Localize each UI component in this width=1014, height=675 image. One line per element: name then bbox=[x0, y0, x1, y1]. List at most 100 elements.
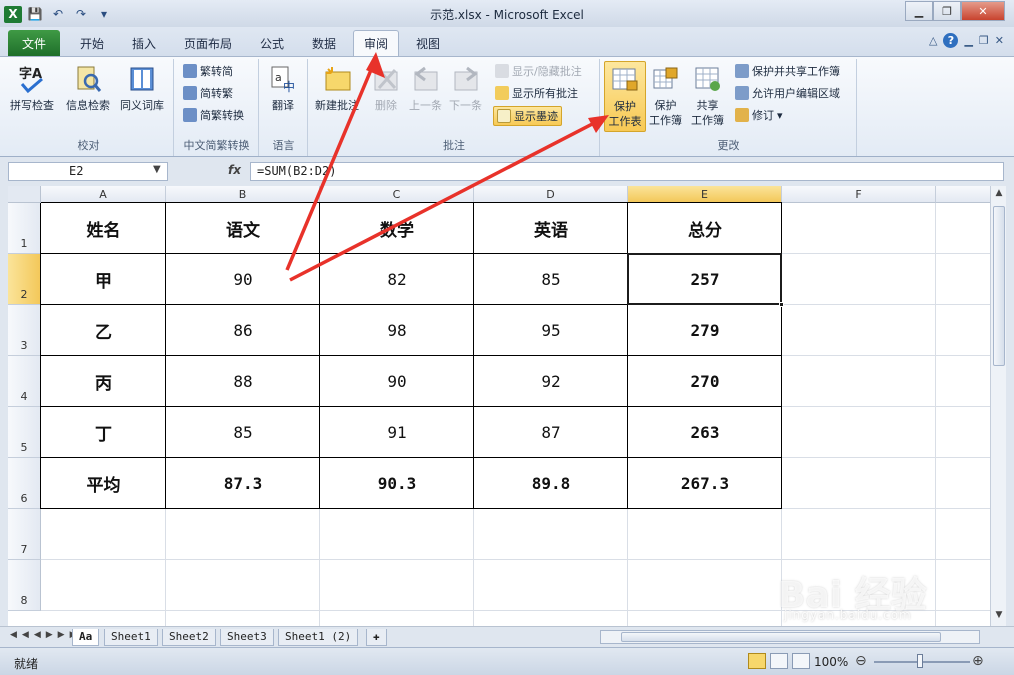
column-header-f[interactable]: F bbox=[782, 186, 936, 203]
column-header-b[interactable]: B bbox=[166, 186, 320, 203]
cell-d3[interactable]: 95 bbox=[474, 305, 628, 356]
new-comment-button[interactable]: 新建批注 bbox=[315, 63, 359, 113]
cell-c4[interactable]: 90 bbox=[320, 356, 474, 407]
row-header-7[interactable]: 7 bbox=[8, 509, 41, 560]
tab-view[interactable]: 视图 bbox=[406, 30, 450, 56]
restore-icon[interactable]: ❐ bbox=[933, 1, 961, 21]
sheet-tab-2[interactable]: Sheet1 bbox=[104, 629, 158, 646]
cell-d2[interactable]: 85 bbox=[474, 254, 628, 305]
row-header-4[interactable]: 4 bbox=[8, 356, 41, 407]
cell-b3[interactable]: 86 bbox=[166, 305, 320, 356]
row-header-5[interactable]: 5 bbox=[8, 407, 41, 458]
row-header-6[interactable]: 6 bbox=[8, 458, 41, 509]
cell-a2[interactable]: 甲 bbox=[41, 254, 166, 305]
zoom-level[interactable]: 100% bbox=[814, 655, 848, 669]
show-hide-comment-button[interactable]: 显示/隐藏批注 bbox=[495, 63, 582, 79]
cell-d4[interactable]: 92 bbox=[474, 356, 628, 407]
cell-b2[interactable]: 90 bbox=[166, 254, 320, 305]
row-header-2[interactable]: 2 bbox=[8, 254, 41, 305]
column-header-e[interactable]: E bbox=[628, 186, 782, 203]
sheet-tab-5[interactable]: Sheet1 (2) bbox=[278, 629, 359, 646]
workbook-close-icon[interactable]: ✕ bbox=[995, 34, 1004, 47]
insert-function-icon[interactable]: fx bbox=[228, 163, 241, 177]
to-simplified-button[interactable]: 繁转简 bbox=[183, 63, 233, 79]
thesaurus-button[interactable]: 同义词库 bbox=[120, 63, 164, 113]
cell-a4[interactable]: 丙 bbox=[41, 356, 166, 407]
tab-file[interactable]: 文件 bbox=[8, 30, 61, 56]
page-break-view-icon[interactable] bbox=[792, 653, 810, 669]
cell-e3[interactable]: 279 bbox=[628, 305, 782, 356]
show-all-comments-button[interactable]: 显示所有批注 bbox=[495, 85, 578, 101]
cell-a1[interactable]: 姓名 bbox=[41, 203, 166, 254]
cell-b6[interactable]: 87.3 bbox=[166, 458, 320, 509]
column-header-a[interactable]: A bbox=[41, 186, 166, 203]
name-box-dropdown-icon[interactable]: ▼ bbox=[153, 164, 161, 175]
insert-sheet-icon[interactable]: ✚ bbox=[366, 629, 387, 646]
zoom-slider-thumb[interactable] bbox=[917, 654, 923, 668]
cell-e4[interactable]: 270 bbox=[628, 356, 782, 407]
cell-c1[interactable]: 数学 bbox=[320, 203, 474, 254]
translate-button[interactable]: a中 翻译 bbox=[268, 63, 298, 113]
protect-share-workbook-button[interactable]: 保护并共享工作簿 bbox=[735, 63, 840, 79]
row-header-3[interactable]: 3 bbox=[8, 305, 41, 356]
tab-data[interactable]: 数据 bbox=[302, 30, 346, 56]
delete-comment-button[interactable]: 删除 bbox=[371, 63, 401, 113]
allow-edit-ranges-button[interactable]: 允许用户编辑区域 bbox=[735, 85, 840, 101]
sheet-tab-3[interactable]: Sheet2 bbox=[162, 629, 216, 646]
cell-d5[interactable]: 87 bbox=[474, 407, 628, 458]
tab-home[interactable]: 开始 bbox=[70, 30, 114, 56]
cell-d1[interactable]: 英语 bbox=[474, 203, 628, 254]
scroll-up-icon[interactable]: ▲ bbox=[993, 188, 1005, 200]
scroll-down-icon[interactable]: ▼ bbox=[993, 610, 1005, 622]
cell-d6[interactable]: 89.8 bbox=[474, 458, 628, 509]
cell-c2[interactable]: 82 bbox=[320, 254, 474, 305]
worksheet-grid[interactable]: A B C D E F 1 2 3 4 5 6 7 8 姓名 语文 数学 英语 总分甲 90 82 85 257 乙 86 98 9… bbox=[8, 186, 990, 626]
tab-review[interactable]: 审阅 bbox=[353, 30, 400, 56]
help-icon[interactable]: ? bbox=[943, 33, 959, 48]
protect-sheet-button[interactable]: 保护 工作表 bbox=[604, 61, 646, 132]
page-layout-view-icon[interactable] bbox=[770, 653, 788, 669]
tab-insert[interactable]: 插入 bbox=[122, 30, 166, 56]
protect-workbook-button[interactable]: 保护 工作簿 bbox=[649, 63, 682, 128]
row-header-8[interactable]: 8 bbox=[8, 560, 41, 611]
zoom-out-icon[interactable]: ⊖ bbox=[855, 653, 867, 669]
close-icon[interactable]: ✕ bbox=[961, 1, 1005, 21]
row-header-1[interactable]: 1 bbox=[8, 203, 41, 254]
normal-view-icon[interactable] bbox=[748, 653, 766, 669]
workbook-restore-icon[interactable]: ❐ bbox=[979, 34, 989, 47]
next-comment-button[interactable]: 下一条 bbox=[449, 63, 482, 113]
workbook-minimize-icon[interactable]: ▁ bbox=[964, 34, 972, 47]
share-workbook-button[interactable]: 共享 工作簿 bbox=[691, 63, 724, 128]
cell-a5[interactable]: 丁 bbox=[41, 407, 166, 458]
spell-check-button[interactable]: 字A 拼写检查 bbox=[10, 63, 54, 113]
tab-formulas[interactable]: 公式 bbox=[250, 30, 294, 56]
cell-e1[interactable]: 总分 bbox=[628, 203, 782, 254]
minimize-icon[interactable]: ▁ bbox=[905, 1, 933, 21]
name-box[interactable]: E2 bbox=[8, 162, 168, 181]
vertical-scroll-thumb[interactable] bbox=[993, 206, 1005, 366]
cell-a3[interactable]: 乙 bbox=[41, 305, 166, 356]
cell-c3[interactable]: 98 bbox=[320, 305, 474, 356]
cell-a6[interactable]: 平均 bbox=[41, 458, 166, 509]
to-traditional-button[interactable]: 简转繁 bbox=[183, 85, 233, 101]
horizontal-scrollbar[interactable] bbox=[600, 630, 980, 644]
research-button[interactable]: 信息检索 bbox=[66, 63, 110, 113]
cell-b1[interactable]: 语文 bbox=[166, 203, 320, 254]
tab-page-layout[interactable]: 页面布局 bbox=[174, 30, 242, 56]
horizontal-scroll-thumb[interactable] bbox=[621, 632, 941, 642]
cell-c6[interactable]: 90.3 bbox=[320, 458, 474, 509]
cell-e5[interactable]: 263 bbox=[628, 407, 782, 458]
cell-b4[interactable]: 88 bbox=[166, 356, 320, 407]
track-changes-button[interactable]: 修订 ▾ bbox=[735, 107, 783, 123]
collapse-ribbon-icon[interactable]: △ bbox=[929, 34, 937, 47]
show-ink-button[interactable]: 显示墨迹 bbox=[493, 106, 562, 126]
select-all-corner[interactable] bbox=[8, 186, 41, 203]
chinese-convert-button[interactable]: 简繁转换 bbox=[183, 107, 244, 123]
zoom-in-icon[interactable]: ⊕ bbox=[972, 653, 984, 669]
prev-comment-button[interactable]: 上一条 bbox=[409, 63, 442, 113]
cell-b5[interactable]: 85 bbox=[166, 407, 320, 458]
sheet-nav-icon[interactable]: ◀◀◀▶▶▶ bbox=[10, 630, 82, 640]
column-header-d[interactable]: D bbox=[474, 186, 628, 203]
sheet-tab-4[interactable]: Sheet3 bbox=[220, 629, 274, 646]
column-header-c[interactable]: C bbox=[320, 186, 474, 203]
